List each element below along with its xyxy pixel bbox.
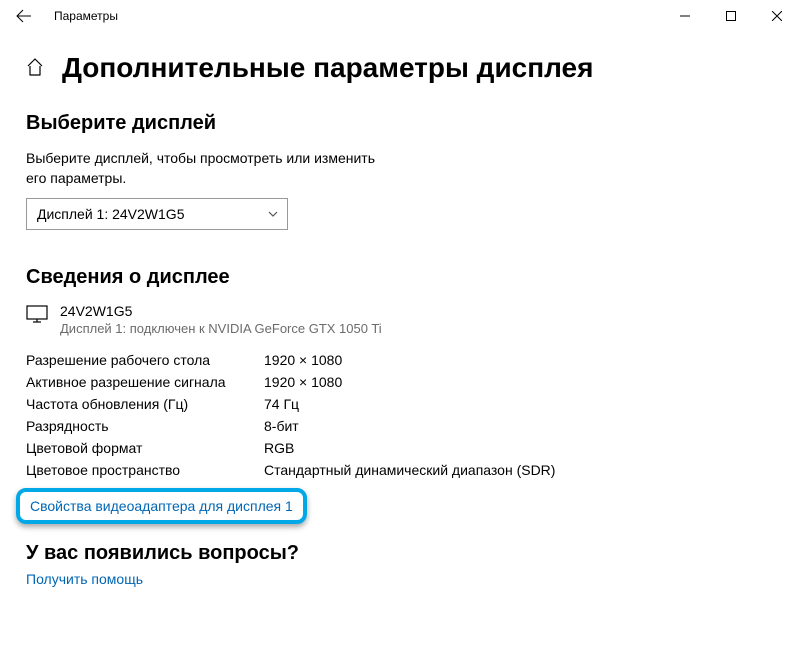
dropdown-selected: Дисплей 1: 24V2W1G5	[37, 206, 185, 222]
spec-table: Разрешение рабочего стола1920 × 1080Акти…	[26, 352, 774, 478]
spec-value: 8-бит	[264, 418, 774, 434]
chevron-down-icon	[267, 208, 279, 220]
minimize-button[interactable]	[662, 0, 708, 32]
back-button[interactable]	[10, 2, 38, 30]
spec-value: Стандартный динамический диапазон (SDR)	[264, 462, 774, 478]
spec-label: Цветовое пространство	[26, 462, 264, 478]
spec-label: Разрядность	[26, 418, 264, 434]
spec-value: 74 Гц	[264, 396, 774, 412]
spec-value: 1920 × 1080	[264, 374, 774, 390]
page-header: Дополнительные параметры дисплея	[26, 52, 774, 84]
content: Дополнительные параметры дисплея Выберит…	[0, 32, 800, 589]
select-display-helper: Выберите дисплей, чтобы просмотреть или …	[26, 149, 386, 188]
spec-label: Цветовой формат	[26, 440, 264, 456]
arrow-left-icon	[16, 8, 32, 24]
spec-label: Активное разрешение сигнала	[26, 374, 264, 390]
maximize-button[interactable]	[708, 0, 754, 32]
close-icon	[772, 11, 782, 21]
display-name: 24V2W1G5	[60, 303, 382, 319]
titlebar: Параметры	[0, 0, 800, 32]
select-display-heading: Выберите дисплей	[26, 112, 774, 135]
questions-heading: У вас появились вопросы?	[26, 542, 774, 565]
maximize-icon	[726, 11, 736, 21]
display-dropdown[interactable]: Дисплей 1: 24V2W1G5	[26, 198, 288, 230]
display-info-row: 24V2W1G5 Дисплей 1: подключен к NVIDIA G…	[26, 303, 774, 336]
monitor-icon	[26, 305, 48, 328]
close-button[interactable]	[754, 0, 800, 32]
adapter-properties-link[interactable]: Свойства видеоадаптера для дисплея 1	[16, 488, 307, 524]
spec-value: 1920 × 1080	[264, 352, 774, 368]
window-title: Параметры	[54, 9, 118, 23]
home-icon[interactable]	[26, 58, 44, 81]
minimize-icon	[680, 11, 690, 21]
display-info-heading: Сведения о дисплее	[26, 266, 774, 289]
spec-value: RGB	[264, 440, 774, 456]
window-controls	[662, 0, 800, 32]
spec-label: Частота обновления (Гц)	[26, 396, 264, 412]
spec-label: Разрешение рабочего стола	[26, 352, 264, 368]
display-subtitle: Дисплей 1: подключен к NVIDIA GeForce GT…	[60, 321, 382, 336]
page-title: Дополнительные параметры дисплея	[62, 52, 593, 84]
get-help-link[interactable]: Получить помощь	[26, 571, 143, 587]
